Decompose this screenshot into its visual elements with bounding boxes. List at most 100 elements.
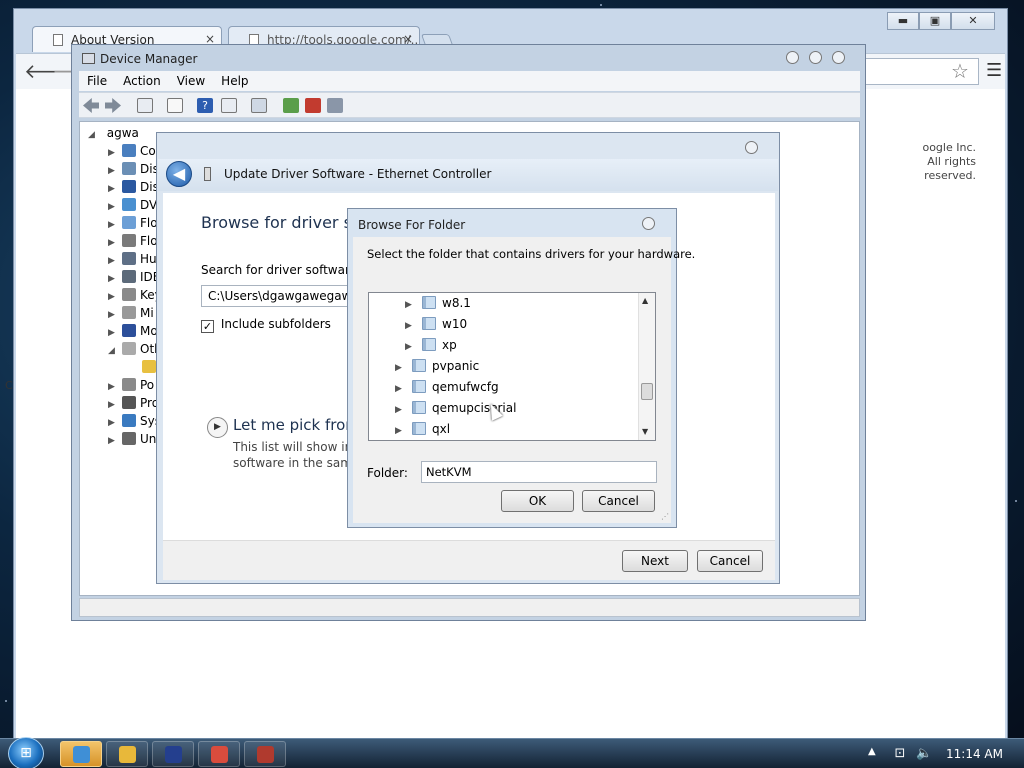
computer-name: agwa [106, 126, 139, 140]
device-category[interactable]: ▶ Pro [108, 396, 159, 414]
device-category[interactable]: ▶ Dis [108, 162, 159, 180]
properties-icon[interactable] [167, 98, 183, 113]
close-button[interactable] [745, 141, 758, 154]
expand-arrow-icon[interactable]: ◢ [108, 346, 120, 356]
device-category-icon [122, 162, 136, 175]
expand-arrow-icon[interactable]: ▶ [405, 342, 419, 352]
folder-item[interactable]: ▶ w8.1 [405, 296, 471, 317]
scroll-thumb[interactable] [641, 383, 653, 400]
include-subfolders-checkbox[interactable]: ✓ Include subfolders [201, 317, 331, 333]
expand-arrow-icon[interactable]: ▶ [108, 382, 120, 392]
menu-help[interactable]: Help [221, 74, 248, 88]
expand-arrow-icon[interactable]: ▶ [108, 310, 120, 320]
folder-item[interactable]: ▶ qxl [395, 422, 450, 440]
folder-item[interactable]: ▶ qemufwcfg [395, 380, 499, 401]
close-button[interactable] [832, 51, 845, 64]
device-category-label: Un [140, 432, 157, 446]
folder-item[interactable]: ▶ xp [405, 338, 457, 359]
vertical-scrollbar[interactable]: ▲ ▼ [638, 293, 655, 440]
clock[interactable]: 11:14 AM [946, 747, 1003, 761]
cancel-button[interactable]: Cancel [582, 490, 655, 512]
device-category[interactable]: ▶ Po [108, 378, 154, 396]
close-button[interactable] [642, 217, 655, 230]
device-category[interactable]: ▶ Flo [108, 216, 158, 234]
scroll-up-icon[interactable]: ▲ [642, 296, 648, 305]
menu-view[interactable]: View [177, 74, 205, 88]
expand-arrow-icon[interactable]: ▶ [108, 166, 120, 176]
expand-arrow-icon[interactable]: ▶ [108, 256, 120, 266]
minimize-button[interactable]: ▬ [887, 12, 919, 30]
volume-muted-icon[interactable]: 🔈 [916, 746, 932, 761]
device-category[interactable]: ▶ DV [108, 198, 157, 216]
device-category[interactable]: ▶ Mi [108, 306, 154, 324]
expand-arrow-icon[interactable]: ▶ [395, 384, 409, 394]
disable-icon[interactable] [327, 98, 343, 113]
scroll-down-icon[interactable]: ▼ [642, 427, 648, 436]
checkbox-label: Include subfolders [220, 317, 331, 331]
device-category[interactable]: ▶ Sys [108, 414, 161, 432]
taskbar-virtualbox-button[interactable] [152, 741, 194, 767]
collapse-arrow-icon[interactable]: ◢ [88, 130, 95, 140]
scan-hardware-icon[interactable] [251, 98, 267, 113]
expand-arrow-icon[interactable]: ▶ [108, 238, 120, 248]
device-category[interactable]: ▶ Flo [108, 234, 158, 252]
expand-arrow-icon[interactable]: ▶ [395, 363, 409, 373]
desktop-star [5, 700, 7, 702]
expand-arrow-icon[interactable]: ▶ [405, 321, 419, 331]
expand-arrow-icon[interactable]: ▶ [108, 148, 120, 158]
hamburger-menu-icon[interactable]: ☰ [986, 60, 1002, 81]
help-icon[interactable]: ? [197, 98, 213, 113]
maximize-button[interactable]: ▣ [919, 12, 951, 30]
folder-item[interactable]: ▶ pvpanic [395, 359, 479, 380]
expand-arrow-icon[interactable]: ▶ [395, 405, 409, 415]
ok-button[interactable]: OK [501, 490, 574, 512]
device-category[interactable]: ▶ Co [108, 144, 156, 162]
folder-icon [412, 380, 426, 393]
expand-arrow-icon[interactable]: ▶ [108, 328, 120, 338]
menu-file[interactable]: File [87, 74, 107, 88]
folder-item[interactable]: ▶ w10 [405, 317, 467, 338]
resize-grip-icon[interactable]: ⋰ [661, 512, 669, 521]
device-category[interactable]: ▶ Dis [108, 180, 159, 198]
back-arrow-icon[interactable]: ◀ [166, 161, 192, 187]
taskbar-explorer-button[interactable] [60, 741, 102, 767]
update-driver-icon[interactable] [283, 98, 299, 113]
bookmark-star-icon[interactable]: ☆ [951, 59, 969, 83]
menu-action[interactable]: Action [123, 74, 161, 88]
back-icon[interactable] [83, 98, 99, 113]
expand-arrow-icon[interactable]: ▶ [108, 292, 120, 302]
expand-arrow-icon[interactable]: ▶ [108, 202, 120, 212]
minimize-button[interactable] [786, 51, 799, 64]
close-button[interactable]: ✕ [951, 12, 995, 30]
device-category[interactable]: ▶ Hu [108, 252, 157, 270]
maximize-button[interactable] [809, 51, 822, 64]
expand-arrow-icon[interactable]: ▶ [108, 220, 120, 230]
taskbar-device-manager-button[interactable] [244, 741, 286, 767]
action-pane-icon[interactable] [221, 98, 237, 113]
taskbar-media-player-button[interactable] [106, 741, 148, 767]
expand-arrow-icon[interactable]: ▶ [108, 418, 120, 428]
start-button[interactable]: ⊞ [8, 737, 44, 768]
expand-arrow-icon[interactable]: ▶ [108, 400, 120, 410]
checkbox[interactable]: ✓ [201, 320, 214, 333]
next-button[interactable]: Next [622, 550, 688, 572]
expand-arrow-icon[interactable]: ▶ [405, 300, 419, 310]
tree-root[interactable]: ◢ agwa [88, 126, 139, 140]
device-category[interactable]: ▶ Un [108, 432, 156, 450]
expand-arrow-icon[interactable]: ▶ [108, 274, 120, 284]
uninstall-icon[interactable] [305, 98, 321, 113]
console-tree-icon[interactable] [137, 98, 153, 113]
device-category[interactable]: ▶ Mo [108, 324, 158, 342]
folder-input[interactable]: NetKVM [421, 461, 657, 483]
taskbar-chrome-button[interactable] [198, 741, 240, 767]
forward-icon[interactable] [105, 98, 121, 113]
cancel-button[interactable]: Cancel [697, 550, 763, 572]
network-icon[interactable]: ⊡ [892, 746, 908, 761]
device-category[interactable]: ▶ IDE [108, 270, 160, 288]
expand-arrow-icon[interactable]: ▶ [108, 184, 120, 194]
expand-arrow-icon[interactable]: ▶ [108, 436, 120, 446]
device-category[interactable]: ◢ Oth [108, 342, 162, 360]
expand-arrow-icon[interactable]: ▶ [395, 426, 409, 436]
device-category[interactable]: ▶ Key [108, 288, 162, 306]
show-hidden-icons-icon[interactable]: ▲ [868, 746, 876, 757]
